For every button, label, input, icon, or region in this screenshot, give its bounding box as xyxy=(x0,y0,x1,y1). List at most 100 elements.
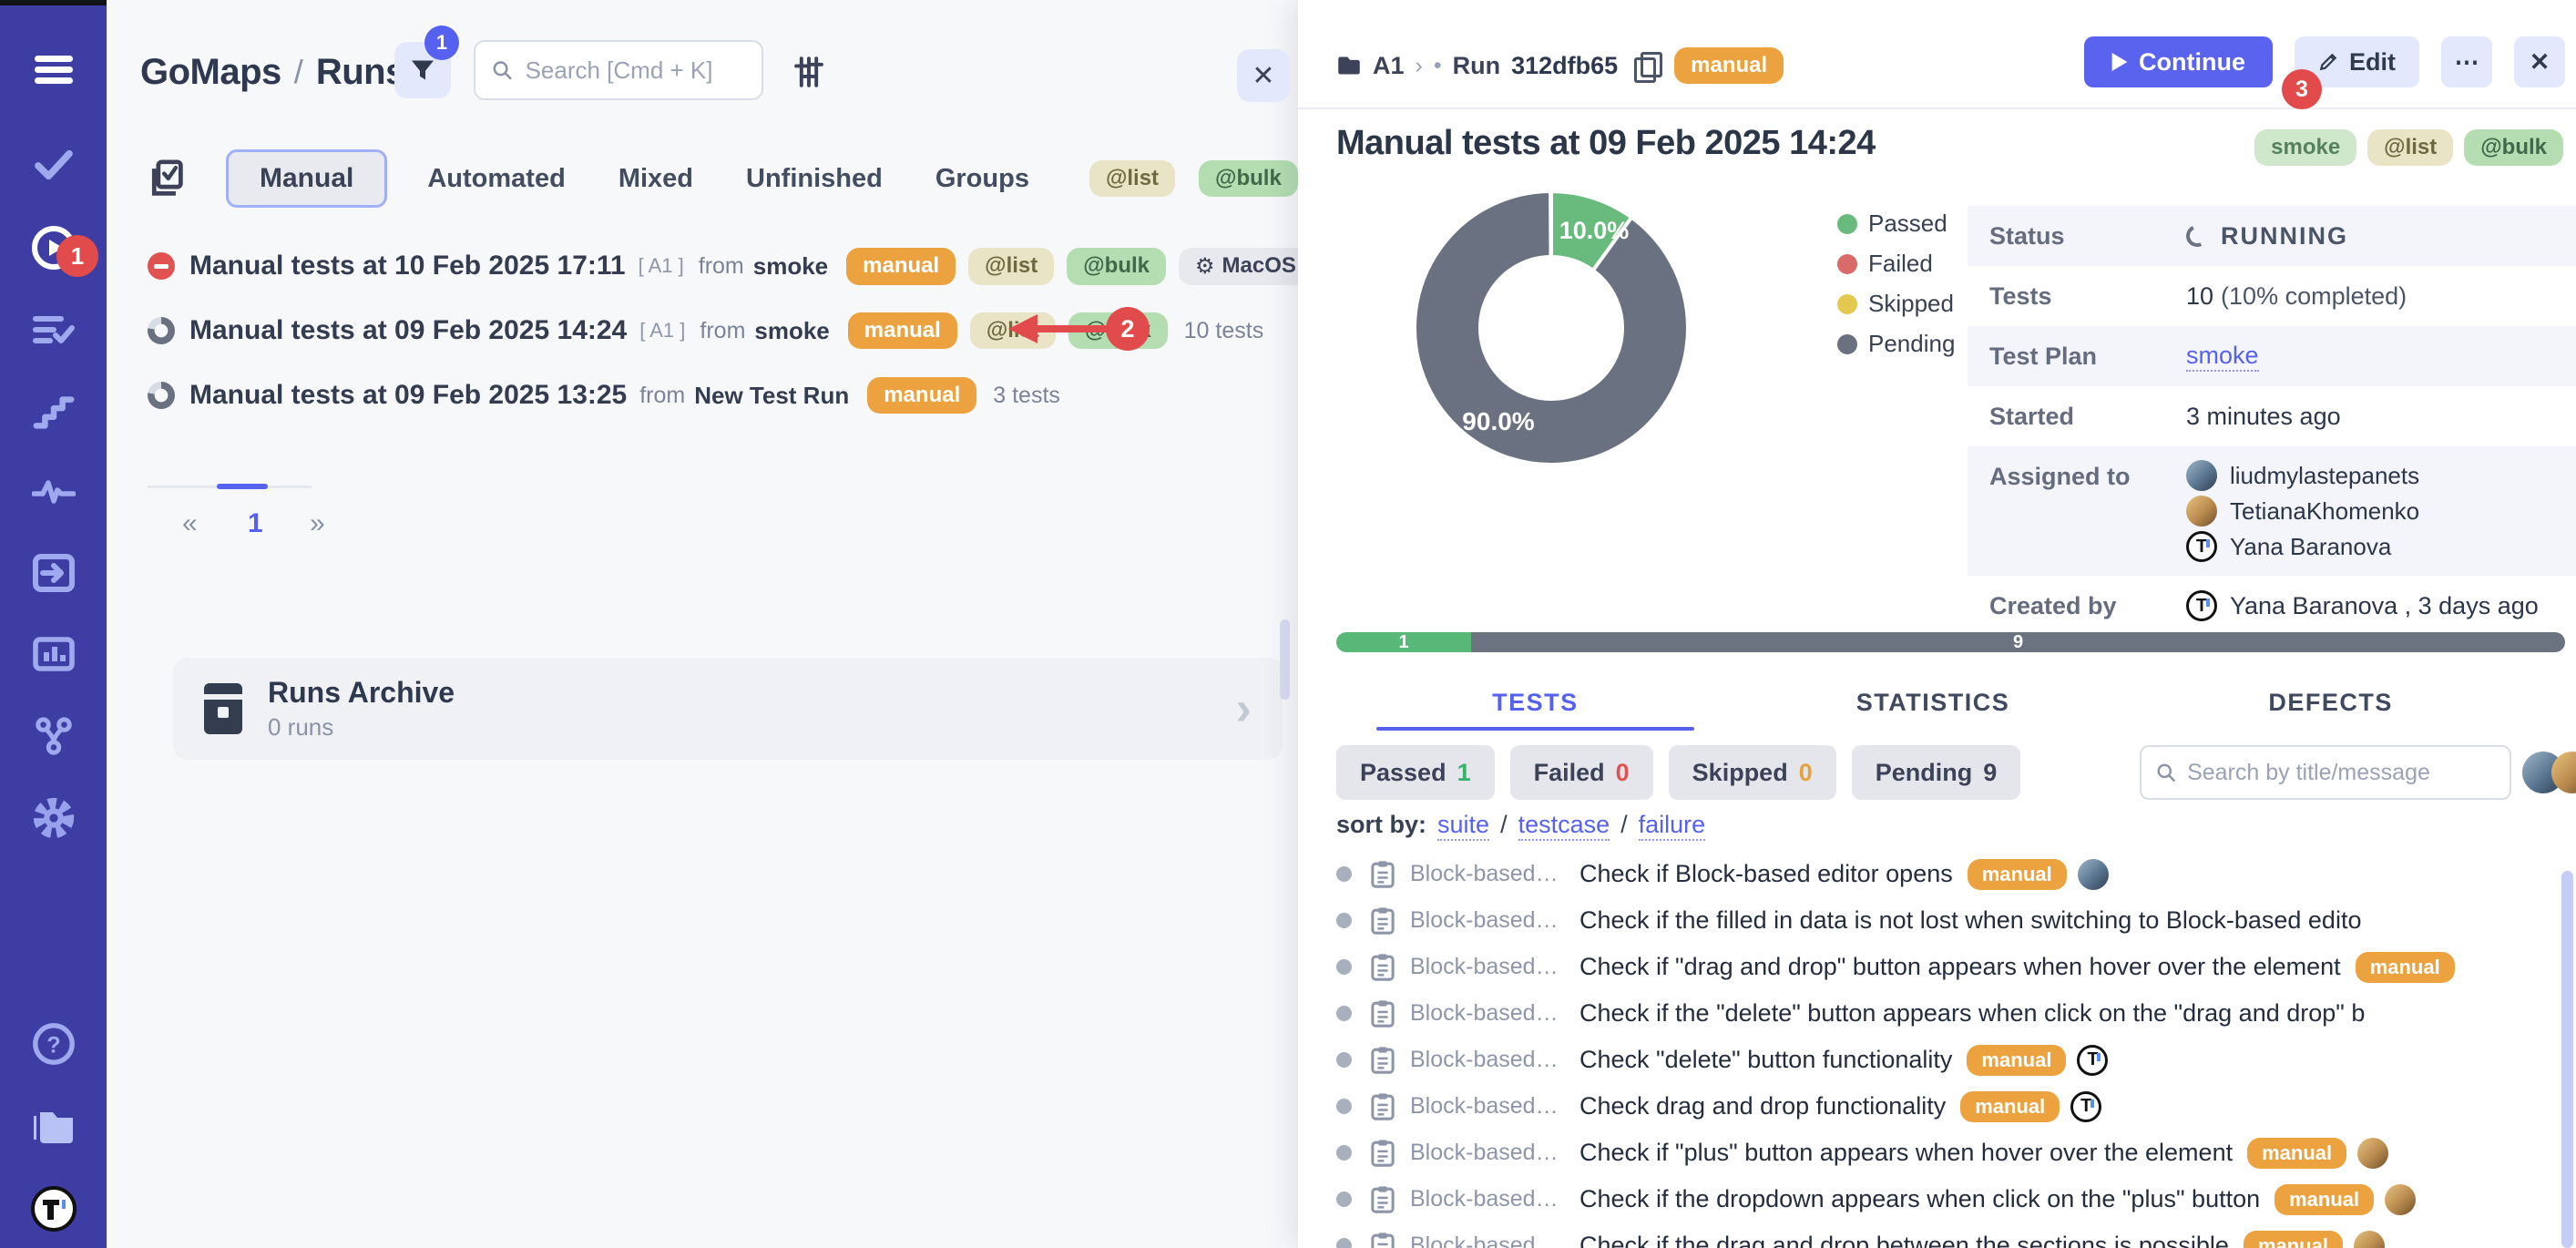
tab-mixed[interactable]: Mixed xyxy=(618,164,693,194)
tag-filter-list[interactable]: @list xyxy=(1089,160,1175,197)
runs-archive-card[interactable]: Runs Archive 0 runs › xyxy=(173,658,1283,760)
test-row[interactable]: Block-based… Check if the drag and drop … xyxy=(1327,1222,2561,1248)
assignee[interactable]: TetianaKhomenko xyxy=(2186,496,2419,527)
status-filter-row: Passed1 Failed0 Skipped0 Pending9 xyxy=(1336,745,2576,800)
sort-by-suite[interactable]: suite xyxy=(1437,811,1489,841)
copy-icon[interactable] xyxy=(1634,52,1658,79)
test-title[interactable]: Check if the filled in data is not lost … xyxy=(1579,906,2361,935)
tab-groups[interactable]: Groups xyxy=(935,164,1029,194)
projects-folder-icon[interactable] xyxy=(0,1104,107,1148)
assignee[interactable]: Yana Baranova xyxy=(2186,531,2419,562)
test-row[interactable]: Block-based… Check if Block-based editor… xyxy=(1327,851,2561,897)
test-title[interactable]: Check if "drag and drop" button appears … xyxy=(1579,953,2341,981)
test-title[interactable]: Check if the "delete" button appears whe… xyxy=(1579,999,2365,1028)
run-details-table: Status RUNNING Tests 10(10% completed) T… xyxy=(1968,206,2576,636)
test-row[interactable]: Block-based… Check if "drag and drop" bu… xyxy=(1327,944,2561,990)
test-title[interactable]: Check "delete" button functionality xyxy=(1579,1046,1952,1074)
test-title[interactable]: Check if the drag and drop between the s… xyxy=(1579,1232,2229,1248)
menu-icon[interactable] xyxy=(0,47,107,91)
donut-label-passed: 10.0% xyxy=(1559,217,1630,244)
filter-pending[interactable]: Pending9 xyxy=(1852,745,2021,800)
tests-scrollbar[interactable] xyxy=(2561,871,2573,1248)
runs-list-panel: GoMaps / Runs Manual Automated Mixed Unf… xyxy=(107,0,1298,1248)
view-settings-button[interactable] xyxy=(788,51,830,93)
breadcrumb-folder[interactable]: A1 xyxy=(1373,52,1405,80)
run-test-count: 3 tests xyxy=(993,383,1060,409)
test-plan-link[interactable]: smoke xyxy=(2186,342,2259,372)
assignee[interactable]: liudmylastepanets xyxy=(2186,460,2419,491)
test-title[interactable]: Check if "plus" button appears when hove… xyxy=(1579,1139,2233,1167)
test-row[interactable]: Block-based… Check if the dropdown appea… xyxy=(1327,1176,2561,1222)
run-detail-breadcrumb: A1 › • Run 312dfb65 manual xyxy=(1336,40,1784,91)
activity-icon[interactable] xyxy=(0,470,107,514)
test-plans-icon[interactable] xyxy=(0,308,107,352)
runs-search[interactable] xyxy=(474,40,763,100)
filter-passed[interactable]: Passed1 xyxy=(1336,745,1495,800)
pagination-prev[interactable]: « xyxy=(182,508,198,539)
imports-icon[interactable] xyxy=(0,551,107,595)
test-cases-icon[interactable] xyxy=(0,143,107,187)
legend-item-skipped: Skipped xyxy=(1837,290,1955,318)
test-title[interactable]: Check if Block-based editor opens xyxy=(1579,860,1953,888)
test-row[interactable]: Block-based… Check if the "delete" butto… xyxy=(1327,990,2561,1037)
run-row[interactable]: Manual tests at 09 Feb 2025 13:25 from N… xyxy=(148,368,1271,423)
tag-bulk[interactable]: @bulk xyxy=(2464,129,2563,166)
tests-search-input[interactable] xyxy=(2187,760,2495,786)
detail-row-started: Started 3 minutes ago xyxy=(1968,386,2576,446)
run-title[interactable]: Manual tests at 09 Feb 2025 13:25 xyxy=(189,380,627,411)
tests-search[interactable] xyxy=(2140,745,2511,800)
filter-failed[interactable]: Failed0 xyxy=(1510,745,1653,800)
tag-smoke[interactable]: smoke xyxy=(2254,129,2356,166)
tests-completed: (10% completed) xyxy=(2221,282,2407,311)
sort-by-failure[interactable]: failure xyxy=(1639,811,1706,841)
settings-gear-icon[interactable] xyxy=(0,796,107,840)
tab-tests[interactable]: TESTS xyxy=(1336,676,1734,729)
pagination-next[interactable]: » xyxy=(310,508,325,539)
more-button[interactable]: ⋯ xyxy=(2441,36,2492,87)
help-icon[interactable]: ? xyxy=(0,1022,107,1066)
status-dot-icon xyxy=(1336,1052,1352,1068)
svg-text:?: ? xyxy=(46,1033,60,1059)
run-row[interactable]: Manual tests at 10 Feb 2025 17:11 [ A1 ]… xyxy=(148,239,1271,293)
reports-icon[interactable] xyxy=(0,632,107,676)
tab-automated[interactable]: Automated xyxy=(427,164,565,194)
select-all-icon[interactable] xyxy=(148,159,184,199)
tag-filter-bulk[interactable]: @bulk xyxy=(1199,160,1298,197)
tab-manual[interactable]: Manual xyxy=(226,149,387,208)
continue-button[interactable]: Continue xyxy=(2084,36,2273,87)
pagination-page-1[interactable]: 1 xyxy=(248,508,263,539)
tab-unfinished[interactable]: Unfinished xyxy=(746,164,883,194)
filter-skipped[interactable]: Skipped0 xyxy=(1669,745,1836,800)
annotation-badge-filter-1: 1 xyxy=(424,26,459,60)
chevron-right-icon[interactable]: › xyxy=(1236,681,1252,736)
test-row[interactable]: Block-based… Check "delete" button funct… xyxy=(1327,1037,2561,1083)
suite-name: Block-based… xyxy=(1410,1186,1579,1212)
test-row[interactable]: Block-based… Check if the filled in data… xyxy=(1327,897,2561,944)
integrations-icon[interactable] xyxy=(0,714,107,758)
test-row[interactable]: Block-based… Check if "plus" button appe… xyxy=(1327,1130,2561,1176)
run-title[interactable]: Manual tests at 09 Feb 2025 14:24 xyxy=(189,315,627,346)
runs-search-input[interactable] xyxy=(526,56,745,85)
workspace-logo[interactable] xyxy=(0,1187,107,1231)
sort-by-testcase[interactable]: testcase xyxy=(1518,811,1610,841)
tune-icon xyxy=(792,56,825,88)
run-title[interactable]: Manual tests at 10 Feb 2025 17:11 xyxy=(189,251,626,281)
project-name[interactable]: GoMaps xyxy=(140,52,281,93)
milestones-icon[interactable] xyxy=(0,390,107,434)
tab-defects[interactable]: DEFECTS xyxy=(2131,676,2530,729)
test-title[interactable]: Check drag and drop functionality xyxy=(1579,1092,1946,1120)
tag-list[interactable]: @list xyxy=(2367,129,2453,166)
left-panel-scrollbar[interactable] xyxy=(1280,619,1290,700)
assignee-avatar-group[interactable] xyxy=(2522,752,2576,793)
play-icon xyxy=(2111,53,2128,71)
assignee-avatar xyxy=(2385,1184,2416,1215)
annotation-arrow xyxy=(1007,311,1114,347)
legend-item-pending: Pending xyxy=(1837,330,1955,358)
close-detail-button[interactable]: ✕ xyxy=(2514,36,2565,87)
tab-statistics[interactable]: STATISTICS xyxy=(1734,676,2132,729)
tests-list: Block-based… Check if Block-based editor… xyxy=(1327,851,2561,1248)
archive-icon xyxy=(204,683,242,734)
test-row[interactable]: Block-based… Check drag and drop functio… xyxy=(1327,1083,2561,1130)
panel-close-button[interactable]: ✕ xyxy=(1237,49,1290,102)
test-title[interactable]: Check if the dropdown appears when click… xyxy=(1579,1185,2260,1213)
